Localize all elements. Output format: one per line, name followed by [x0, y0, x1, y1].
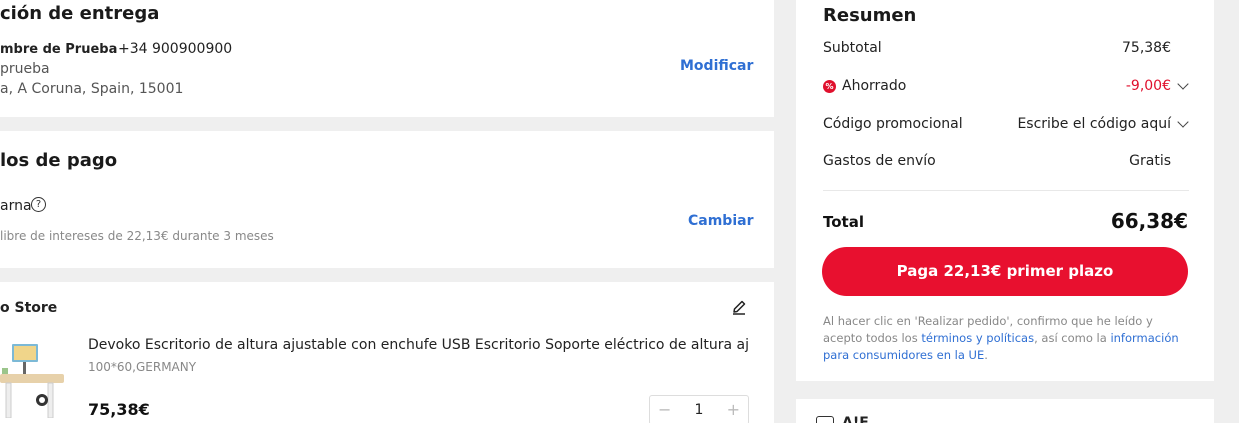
help-icon[interactable]: ? — [31, 197, 46, 212]
recipient-name: mbre de Prueba — [0, 42, 118, 57]
legal-notice: Al hacer clic en 'Realizar pedido', conf… — [823, 313, 1193, 364]
store-name: o Store — [0, 300, 58, 316]
product-variant: 100*60,GERMANY — [88, 360, 197, 374]
legal-text-3: . — [984, 348, 988, 362]
shipping-value: Gratis — [1129, 153, 1171, 169]
promo-code-input[interactable]: Escribe el código aquí — [1017, 116, 1171, 132]
promo-code-label: Código promocional — [823, 116, 963, 132]
secondary-card-title: A!F — [842, 415, 869, 423]
payment-method-name: arna — [0, 198, 32, 214]
summary-title: Resumen — [823, 5, 917, 26]
saved-label: Ahorrado — [842, 78, 907, 94]
product-title[interactable]: Devoko Escritorio de altura ajustable co… — [88, 337, 748, 353]
total-value: 66,38€ — [1110, 209, 1188, 233]
product-image[interactable] — [0, 336, 68, 419]
delivery-title: ción de entrega — [0, 3, 160, 24]
box-icon — [816, 416, 834, 423]
pencil-icon[interactable] — [731, 299, 747, 315]
payment-card: los de pago arna ? libre de intereses de… — [0, 131, 774, 268]
legal-text-2: , así como la — [1034, 331, 1111, 345]
store-card: o Store Devoko Escritorio de altura ajus… — [0, 282, 774, 423]
saved-value[interactable]: -9,00€ — [1126, 78, 1171, 94]
delivery-card: ción de entrega mbre de Prueba +34 90090… — [0, 0, 774, 117]
summary-divider — [823, 190, 1189, 191]
modify-address-link[interactable]: Modificar — [680, 58, 753, 74]
subtotal-label: Subtotal — [823, 40, 882, 56]
promo-chevron-down-icon[interactable] — [1177, 116, 1189, 128]
payment-installment-detail: libre de intereses de 22,13€ durante 3 m… — [0, 229, 274, 243]
discount-icon: % — [823, 80, 836, 93]
recipient-phone: +34 900900900 — [118, 41, 233, 57]
change-payment-link[interactable]: Cambiar — [688, 213, 753, 229]
quantity-stepper: − 1 + — [649, 395, 749, 423]
shipping-label: Gastos de envío — [823, 153, 936, 169]
terms-link[interactable]: términos y políticas — [921, 331, 1034, 345]
product-price: 75,38€ — [88, 400, 150, 419]
pay-installment-button[interactable]: Paga 22,13€ primer plazo — [822, 247, 1188, 296]
subtotal-value: 75,38€ — [1122, 40, 1171, 56]
address-line-2: a, A Coruna, Spain, 15001 — [0, 81, 184, 97]
summary-card: Resumen Subtotal 75,38€ % Ahorrado -9,00… — [796, 0, 1214, 381]
address-line-1: prueba — [0, 61, 50, 77]
secondary-card: A!F — [796, 399, 1214, 423]
quantity-increase-button[interactable]: + — [727, 400, 740, 419]
payment-title: los de pago — [0, 150, 118, 171]
saved-chevron-down-icon[interactable] — [1177, 78, 1189, 90]
total-label: Total — [823, 213, 864, 231]
